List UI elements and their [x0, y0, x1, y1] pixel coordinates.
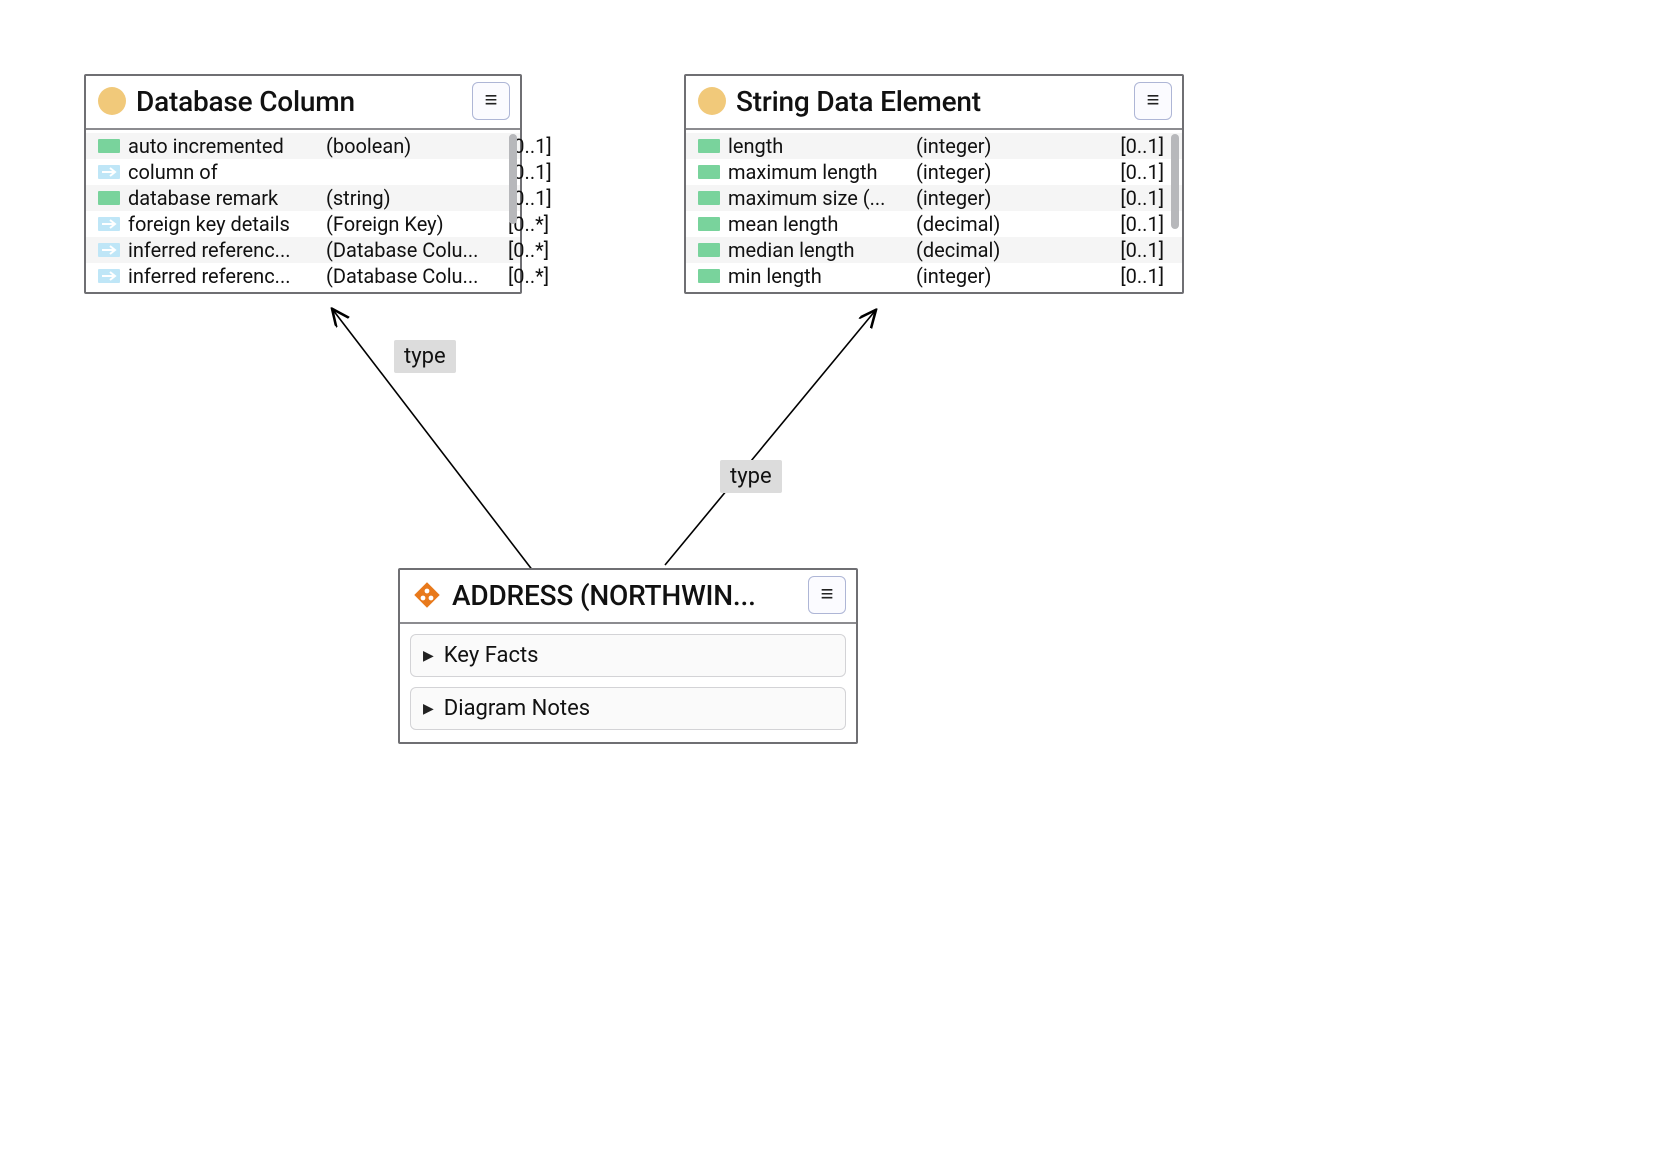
attribute-name: median length — [728, 238, 908, 262]
relation-arrow-icon — [98, 217, 120, 231]
attribute-kind-icon — [698, 217, 720, 231]
attribute-type: (integer) — [916, 186, 1024, 210]
attribute-name: maximum size (... — [728, 186, 908, 210]
type-circle-icon — [98, 87, 126, 115]
attribute-cardinality: [0..1] — [1116, 212, 1164, 236]
attribute-row[interactable]: foreign key details (Foreign Key) [0..*] — [86, 211, 520, 237]
section-key-facts[interactable]: ▶ Key Facts — [410, 634, 846, 677]
relation-arrow-icon — [98, 243, 120, 257]
attribute-kind-icon — [698, 269, 720, 283]
attribute-name: mean length — [728, 212, 908, 236]
attribute-cardinality: [0..1] — [1116, 238, 1164, 262]
relation-arrow-icon — [98, 165, 120, 179]
instance-diamond-icon — [412, 580, 442, 610]
entity-menu-button[interactable]: ≡ — [472, 82, 510, 120]
attribute-kind-icon — [698, 243, 720, 257]
attribute-name: maximum length — [728, 160, 908, 184]
attribute-type: (boolean) — [326, 134, 496, 158]
attribute-cardinality: [0..*] — [504, 238, 549, 262]
entity-title: String Data Element — [736, 85, 1124, 118]
attribute-kind-icon — [698, 191, 720, 205]
attribute-cardinality: [0..1] — [1116, 264, 1164, 288]
entity-string-data-element[interactable]: String Data Element ≡ length (integer) [… — [684, 74, 1184, 294]
attribute-name: database remark — [128, 186, 318, 210]
attribute-type: (string) — [326, 186, 496, 210]
attribute-list: auto incremented (boolean) [0..1] column… — [86, 130, 520, 292]
attribute-type: (Database Colu... — [326, 264, 496, 288]
edge-label-left: type — [394, 340, 456, 373]
attribute-cardinality: [0..*] — [504, 264, 549, 288]
chevron-right-icon: ▶ — [423, 648, 434, 664]
entity-database-column[interactable]: Database Column ≡ auto incremented (bool… — [84, 74, 522, 294]
section-diagram-notes[interactable]: ▶ Diagram Notes — [410, 687, 846, 730]
scrollbar-thumb[interactable] — [509, 134, 517, 224]
attribute-row[interactable]: median length (decimal) [0..1] — [686, 237, 1182, 263]
attribute-name: min length — [728, 264, 908, 288]
attribute-name: column of — [128, 160, 318, 184]
attribute-row[interactable]: maximum length (integer) [0..1] — [686, 159, 1182, 185]
attribute-row[interactable]: column of [0..1] — [86, 159, 520, 185]
entity-menu-button[interactable]: ≡ — [808, 576, 846, 614]
attribute-type: (integer) — [916, 134, 1024, 158]
attribute-cardinality: [0..1] — [1116, 160, 1164, 184]
attribute-name: length — [728, 134, 908, 158]
attribute-kind-icon — [698, 139, 720, 153]
attribute-row[interactable]: length (integer) [0..1] — [686, 133, 1182, 159]
attribute-type: (Foreign Key) — [326, 212, 496, 236]
chevron-right-icon: ▶ — [423, 701, 434, 717]
attribute-row[interactable]: maximum size (... (integer) [0..1] — [686, 185, 1182, 211]
entity-address-instance[interactable]: ADDRESS (NORTHWIN... ≡ ▶ Key Facts ▶ Dia… — [398, 568, 858, 744]
attribute-kind-icon — [98, 139, 120, 153]
section-label: Key Facts — [444, 643, 539, 668]
entity-header: ADDRESS (NORTHWIN... ≡ — [400, 570, 856, 624]
scrollbar-thumb[interactable] — [1171, 134, 1179, 229]
attribute-type: (integer) — [916, 160, 1024, 184]
attribute-name: auto incremented — [128, 134, 318, 158]
attribute-row[interactable]: auto incremented (boolean) [0..1] — [86, 133, 520, 159]
attribute-type: (decimal) — [916, 238, 1024, 262]
instance-body: ▶ Key Facts ▶ Diagram Notes — [400, 624, 856, 742]
edge-label-right: type — [720, 460, 782, 493]
entity-title: ADDRESS (NORTHWIN... — [452, 579, 798, 612]
attribute-name: inferred referenc... — [128, 238, 318, 262]
section-label: Diagram Notes — [444, 696, 590, 721]
attribute-row[interactable]: inferred referenc... (Database Colu... [… — [86, 263, 520, 289]
relation-arrow-icon — [98, 269, 120, 283]
entity-header: String Data Element ≡ — [686, 76, 1182, 130]
attribute-name: inferred referenc... — [128, 264, 318, 288]
type-circle-icon — [698, 87, 726, 115]
entity-header: Database Column ≡ — [86, 76, 520, 130]
attribute-name: foreign key details — [128, 212, 318, 236]
attribute-row[interactable]: min length (integer) [0..1] — [686, 263, 1182, 289]
attribute-cardinality: [0..1] — [1116, 186, 1164, 210]
entity-menu-button[interactable]: ≡ — [1134, 82, 1172, 120]
attribute-cardinality: [0..1] — [1116, 134, 1164, 158]
attribute-row[interactable]: inferred referenc... (Database Colu... [… — [86, 237, 520, 263]
attribute-type: (decimal) — [916, 212, 1024, 236]
attribute-row[interactable]: mean length (decimal) [0..1] — [686, 211, 1182, 237]
diagram-canvas: Database Column ≡ auto incremented (bool… — [0, 0, 1668, 1154]
entity-title: Database Column — [136, 85, 462, 118]
attribute-kind-icon — [698, 165, 720, 179]
attribute-kind-icon — [98, 191, 120, 205]
attribute-row[interactable]: database remark (string) [0..1] — [86, 185, 520, 211]
attribute-type: (Database Colu... — [326, 238, 496, 262]
attribute-list: length (integer) [0..1] maximum length (… — [686, 130, 1182, 292]
attribute-type: (integer) — [916, 264, 1024, 288]
